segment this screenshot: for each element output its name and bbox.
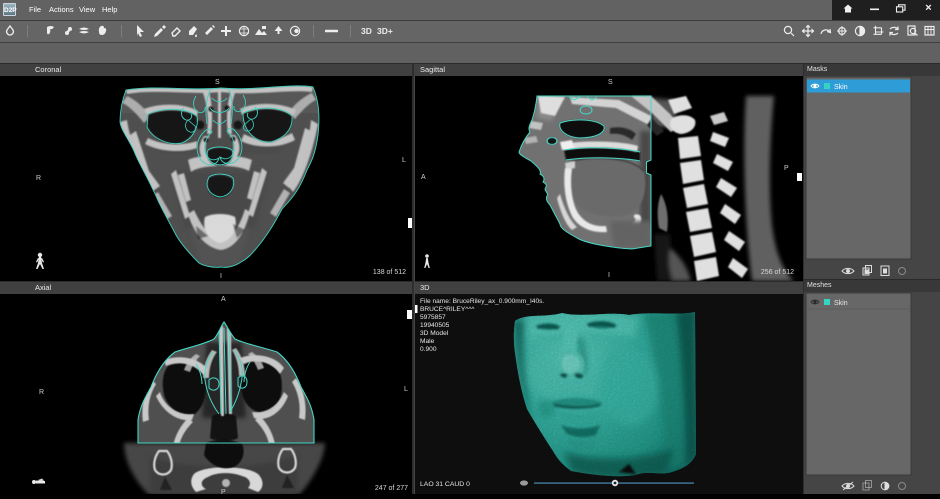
svg-text:5975857: 5975857 [420,314,446,321]
svg-text:LAO 31 CAUD 0: LAO 31 CAUD 0 [420,481,470,488]
svg-text:BRUCE^RILEY^^^: BRUCE^RILEY^^^ [420,306,475,313]
svg-text:247 of 277: 247 of 277 [375,485,408,492]
svg-text:256 of 512: 256 of 512 [761,269,794,276]
svg-text:L: L [404,386,408,393]
svg-text:A: A [221,296,226,303]
svg-text:3D: 3D [361,26,372,36]
svg-text:L: L [402,157,406,164]
svg-text:File name: BruceRiley_ax_0.900: File name: BruceRiley_ax_0.900mm_I40s. [420,298,544,305]
svg-text:A: A [421,174,426,181]
svg-text:R: R [39,389,44,396]
svg-text:Skin: Skin [834,84,848,91]
svg-text:Male: Male [420,338,435,345]
svg-text:138 of 512: 138 of 512 [373,269,406,276]
svg-text:S: S [215,79,220,86]
svg-text:I: I [608,272,610,279]
svg-text:P: P [784,165,789,172]
svg-text:I: I [220,273,222,280]
svg-text:P: P [221,489,226,494]
svg-text:3D Model: 3D Model [420,330,449,337]
svg-text:S: S [608,79,613,86]
svg-text:Skin: Skin [834,300,848,307]
svg-text:0.900: 0.900 [420,346,437,353]
svg-text:R: R [36,175,41,182]
svg-text:19940505: 19940505 [420,322,450,329]
svg-text:3D+: 3D+ [377,26,393,36]
